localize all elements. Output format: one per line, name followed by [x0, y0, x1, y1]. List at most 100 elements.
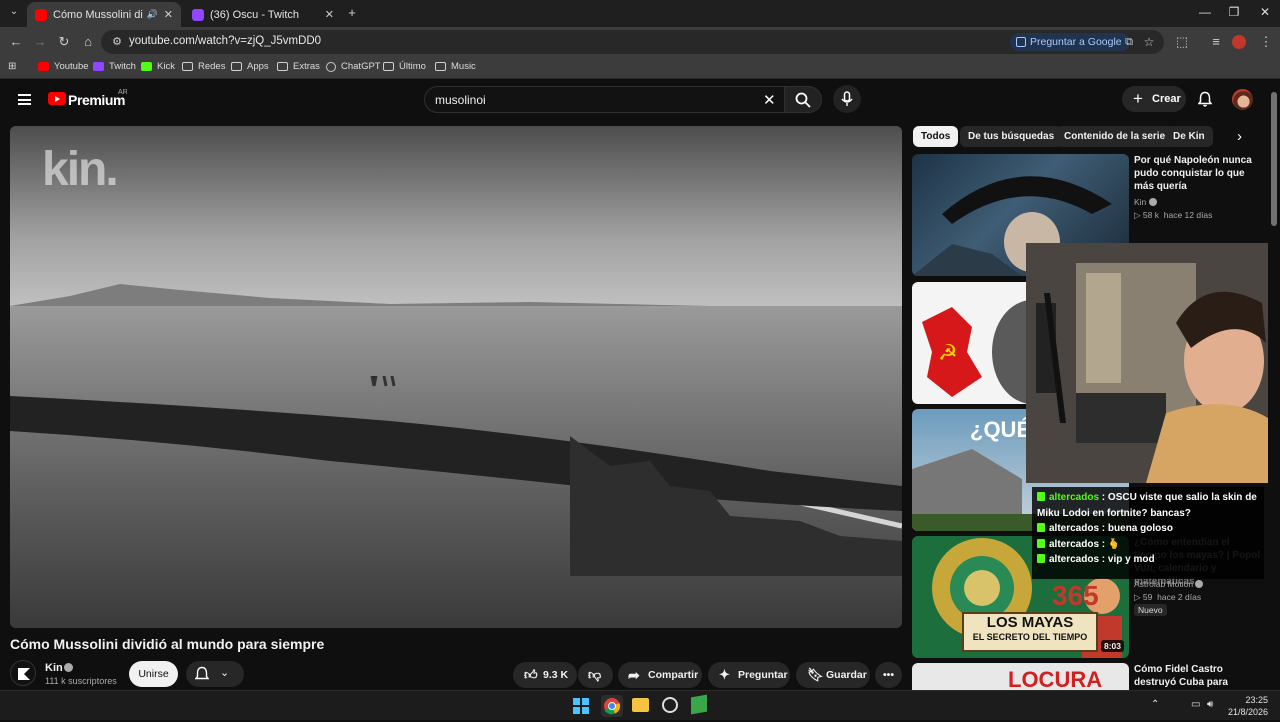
bell-icon	[195, 666, 209, 680]
page-scrollbar-thumb[interactable]	[1271, 92, 1277, 226]
channel-watermark: kin.	[42, 143, 119, 196]
chat-text: vip y mod	[1107, 554, 1155, 565]
folder-icon	[383, 62, 394, 71]
channel-name[interactable]: Kin	[45, 662, 63, 674]
chrome-taskbar-icon[interactable]	[601, 695, 623, 717]
channel-label: Astrolab Motion	[1134, 579, 1194, 589]
recommendation-thumbnail[interactable]: LOCURA	[912, 663, 1129, 690]
reload-icon[interactable]: ↻	[56, 34, 72, 50]
home-icon[interactable]: ⌂	[80, 34, 96, 50]
youtube-favicon-icon	[35, 8, 47, 21]
chat-username: altercados	[1049, 492, 1100, 503]
chevron-down-icon: ⌄	[220, 667, 230, 679]
apps-grid-icon[interactable]: ⊞	[8, 61, 16, 72]
video-player[interactable]: kin.	[10, 126, 902, 628]
minimize-icon[interactable]: —	[1190, 5, 1220, 19]
voice-search-button[interactable]	[833, 85, 861, 113]
address-bar[interactable]: ⚙ youtube.com/watch?v=zjQ_J5vmDD0 Pregun…	[101, 30, 1164, 54]
thumbnail-banner-title: LOS MAYAS	[986, 614, 1074, 631]
recommendation-title[interactable]: Por qué Napoleón nunca pudo conquistar l…	[1134, 154, 1262, 193]
create-button[interactable]: + Crear	[1122, 86, 1186, 112]
like-button[interactable]: 👍︎ 9.3 K	[513, 662, 577, 688]
bookmark-star-icon[interactable]: ☆	[1141, 34, 1157, 50]
bookmark-ultimo[interactable]: Último	[383, 61, 426, 72]
menu-dots-icon[interactable]: ⋮	[1258, 34, 1274, 50]
save-button[interactable]: 🔖︎ Guardar	[796, 662, 870, 688]
browser-toolbar: ← → ↻ ⌂ ⚙ youtube.com/watch?v=zjQ_J5vmDD…	[0, 27, 1280, 57]
tray-chevron-icon[interactable]: ⌃	[1151, 699, 1159, 710]
clock-date: 21/8/2026	[1228, 707, 1269, 717]
reading-list-icon[interactable]: ≡	[1208, 34, 1224, 50]
chip-from-searches[interactable]: De tus búsquedas	[960, 126, 1063, 147]
close-window-icon[interactable]: ✕	[1250, 5, 1280, 19]
thumbs-up-icon: 👍︎	[524, 667, 538, 682]
windows-start-icon[interactable]	[573, 698, 589, 714]
video-duration: 8:03	[1101, 640, 1125, 652]
recommendation-channel[interactable]: Kin	[1134, 197, 1157, 207]
back-icon[interactable]: ←	[8, 34, 24, 50]
restore-icon[interactable]: ❐	[1219, 5, 1249, 19]
join-button[interactable]: Unirse	[129, 661, 178, 687]
clock[interactable]: 23:25 21/8/2026	[1228, 694, 1268, 718]
bookmark-icon: 🔖︎	[807, 667, 824, 682]
youtube-logo-icon[interactable]	[48, 92, 66, 105]
speaker-icon[interactable]: 🔊	[147, 9, 158, 20]
account-avatar[interactable]	[1232, 89, 1253, 110]
new-tab-icon[interactable]: +	[344, 5, 360, 21]
chip-series-content[interactable]: Contenido de la serie	[1056, 126, 1174, 147]
chip-all[interactable]: Todos	[913, 126, 959, 147]
tab-youtube[interactable]: Cómo Mussolini dividió al m 🔊 ✕	[27, 2, 181, 27]
windows-taskbar: ⌃ ▭ 🔊︎ 23:25 21/8/2026	[0, 690, 1280, 720]
subscription-bell-button[interactable]: ⌄	[186, 661, 244, 687]
site-info-icon[interactable]: ⚙	[109, 34, 125, 50]
extensions-icon[interactable]: ⬚	[1174, 34, 1190, 50]
bookmark-youtube[interactable]: Youtube	[38, 61, 89, 72]
obs-icon[interactable]	[662, 697, 678, 713]
install-app-icon[interactable]: ⧉	[1121, 34, 1137, 50]
share-button[interactable]: ➦ Compartir	[618, 662, 702, 688]
forward-icon[interactable]: →	[32, 34, 48, 50]
search-button[interactable]	[784, 86, 822, 113]
notifications-bell-icon[interactable]	[1198, 91, 1212, 107]
url-text[interactable]: youtube.com/watch?v=zjQ_J5vmDD0	[129, 35, 321, 47]
video-title: Cómo Mussolini dividió al mundo para sie…	[10, 636, 325, 652]
youtube-premium-label[interactable]: Premium	[68, 92, 126, 108]
profile-avatar-icon[interactable]	[1232, 35, 1246, 49]
country-code: AR	[118, 89, 128, 96]
file-explorer-icon[interactable]	[632, 698, 649, 712]
chatgpt-icon	[326, 61, 336, 72]
tab-twitch[interactable]: (36) Oscu - Twitch ✕	[184, 2, 342, 27]
more-actions-button[interactable]: •••	[875, 662, 902, 688]
minecraft-icon[interactable]	[691, 694, 707, 715]
chat-message: altercados : 🫰	[1037, 537, 1259, 553]
ask-button[interactable]: ✦ Preguntar	[708, 662, 790, 688]
bookmark-twitch[interactable]: Twitch	[93, 61, 136, 72]
folder-icon	[435, 62, 446, 71]
search-input[interactable]: musolinoi ✕	[424, 86, 786, 113]
close-icon[interactable]: ✕	[164, 8, 173, 21]
recommendation-channel[interactable]: Astrolab Motion	[1134, 579, 1204, 589]
chip-from-kin[interactable]: De Kin	[1165, 126, 1213, 147]
bookmark-chatgpt[interactable]: ChatGPT	[326, 61, 381, 72]
close-icon[interactable]: ✕	[325, 8, 334, 21]
search-query[interactable]: musolinoi	[435, 93, 486, 107]
hamburger-menu-icon[interactable]	[18, 94, 31, 105]
dislike-button[interactable]: 👎︎	[578, 662, 613, 688]
bookmark-label: Kick	[157, 61, 175, 72]
bookmark-redes[interactable]: Redes	[182, 61, 225, 72]
bookmark-kick[interactable]: Kick	[141, 61, 175, 72]
bookmark-extras[interactable]: Extras	[277, 61, 320, 72]
bookmark-apps[interactable]: Apps	[231, 61, 269, 72]
video-frame-crowd	[10, 376, 902, 576]
twitch-icon	[93, 62, 104, 71]
ask-google-button[interactable]: Preguntar a Google	[1010, 33, 1130, 51]
chevron-right-icon[interactable]: ›	[1237, 128, 1242, 145]
network-icon[interactable]: ▭	[1191, 699, 1200, 710]
clear-search-icon[interactable]: ✕	[763, 91, 776, 109]
chat-message: altercados : buena goloso	[1037, 521, 1259, 537]
kick-badge-icon	[1037, 538, 1045, 548]
channel-avatar[interactable]	[10, 660, 36, 686]
bookmark-music[interactable]: Music	[435, 61, 476, 72]
tab-search-icon[interactable]: ⌄	[6, 4, 22, 20]
volume-icon[interactable]: 🔊︎	[1207, 699, 1213, 710]
